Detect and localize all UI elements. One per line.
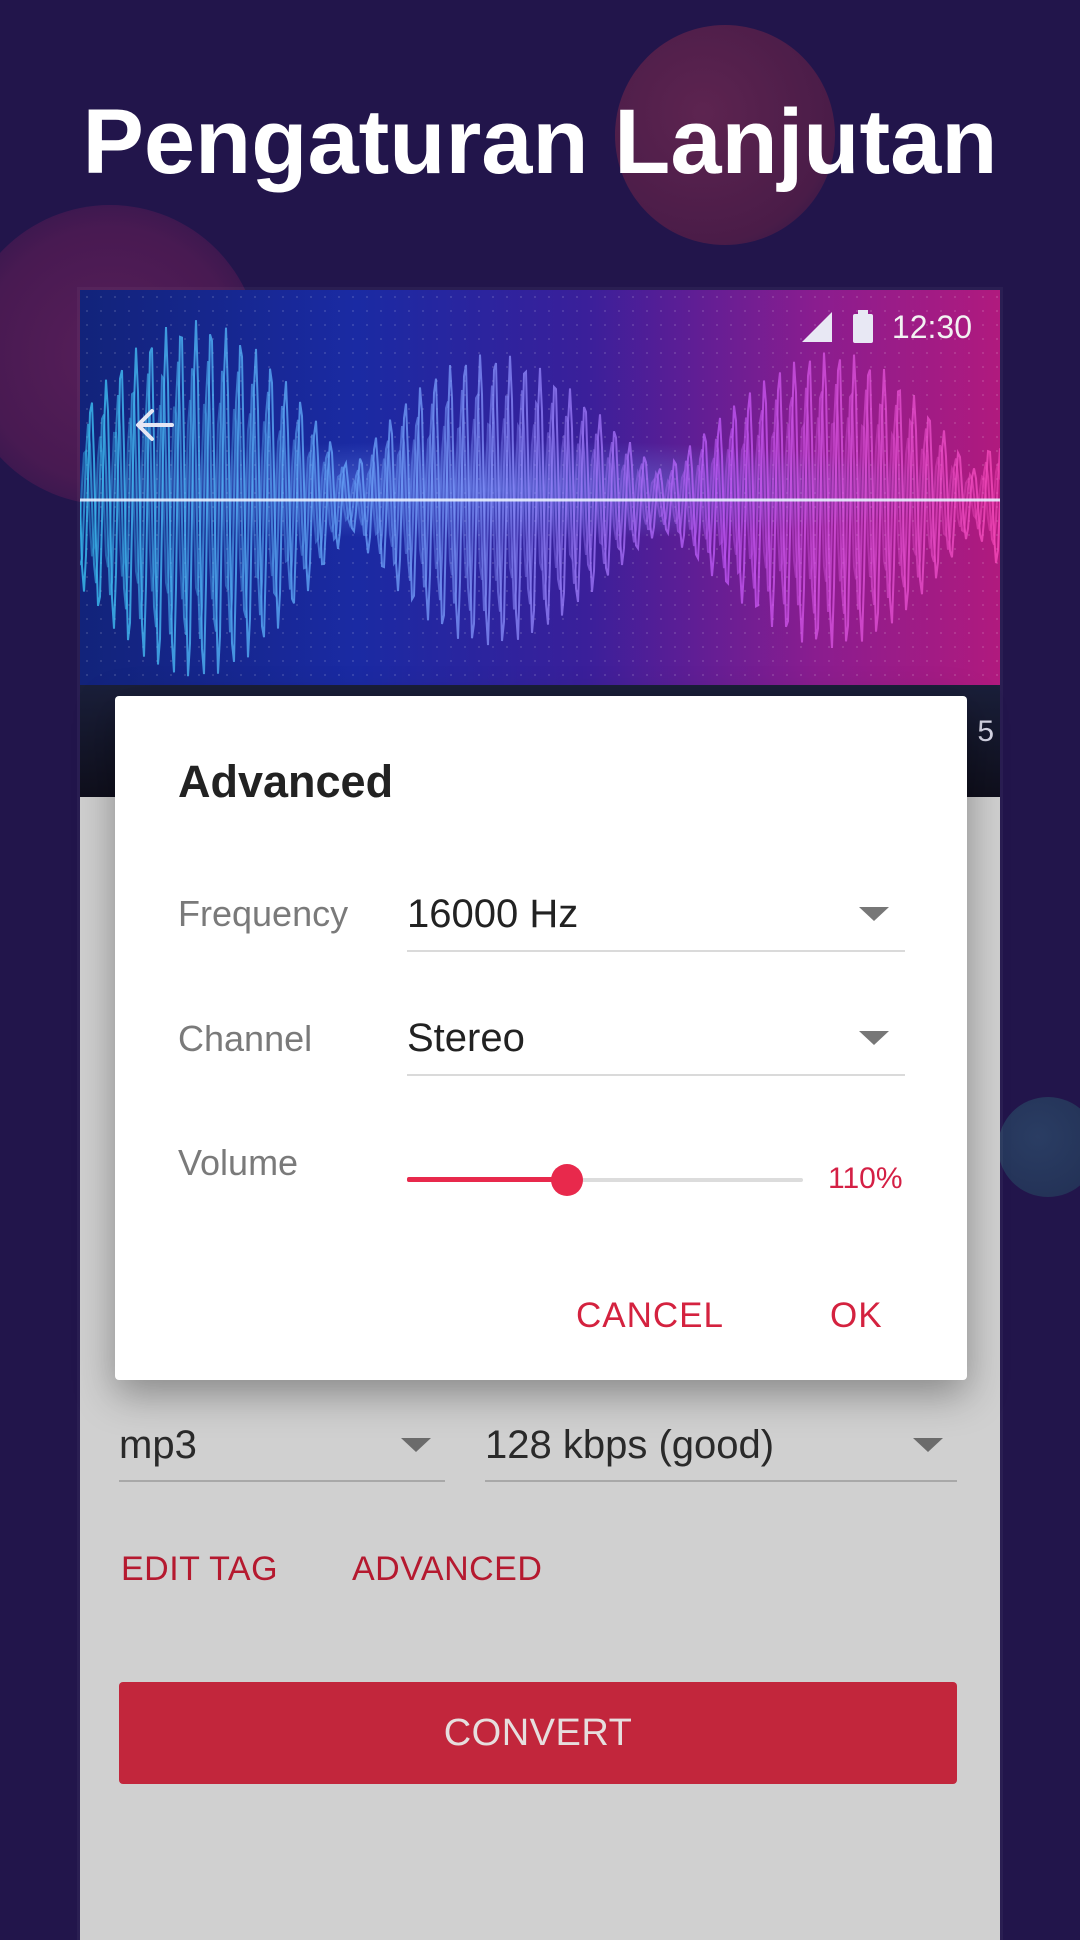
advanced-dialog: Advanced Frequency 16000 Hz Channel Ster…: [115, 696, 967, 1380]
decor-circle-right: [998, 1097, 1080, 1197]
format-value: mp3: [119, 1422, 197, 1467]
bitrate-select[interactable]: 128 kbps (good): [485, 1410, 957, 1482]
volume-label: Volume: [178, 1142, 299, 1183]
frequency-select[interactable]: 16000 Hz: [407, 878, 905, 952]
format-dropdown-icon: [401, 1438, 431, 1452]
bitrate-dropdown-icon: [913, 1438, 943, 1452]
format-select[interactable]: mp3: [119, 1410, 445, 1482]
frequency-label: Frequency: [178, 893, 349, 934]
back-arrow-icon[interactable]: [130, 400, 180, 450]
convert-button[interactable]: CONVERT: [119, 1682, 957, 1784]
status-bar: 12:30: [800, 302, 972, 352]
channel-select[interactable]: Stereo: [407, 1002, 905, 1076]
cancel-button[interactable]: CANCEL: [576, 1296, 724, 1336]
channel-label: Channel: [178, 1018, 313, 1059]
volume-slider-fill: [407, 1177, 568, 1182]
signal-icon: [801, 312, 832, 342]
advanced-button[interactable]: ADVANCED: [352, 1550, 542, 1589]
promo-headline: Pengaturan Lanjutan: [82, 91, 998, 193]
frequency-value: 16000 Hz: [407, 891, 579, 936]
volume-slider-thumb[interactable]: [551, 1164, 584, 1196]
header-edge-text: 5: [977, 715, 994, 748]
bitrate-value: 128 kbps (good): [485, 1422, 775, 1467]
status-time: 12:30: [891, 308, 972, 345]
battery-icon: [852, 310, 873, 343]
channel-value: Stereo: [407, 1015, 525, 1060]
dialog-title: Advanced: [178, 756, 394, 807]
frequency-dropdown-icon: [859, 907, 889, 921]
channel-dropdown-icon: [859, 1031, 889, 1045]
waveform-header: 12:30: [80, 290, 1000, 685]
volume-slider[interactable]: [407, 1160, 803, 1200]
ok-button[interactable]: OK: [830, 1296, 883, 1336]
edit-tag-button[interactable]: EDIT TAG: [121, 1550, 278, 1589]
volume-value: 110%: [828, 1162, 903, 1195]
